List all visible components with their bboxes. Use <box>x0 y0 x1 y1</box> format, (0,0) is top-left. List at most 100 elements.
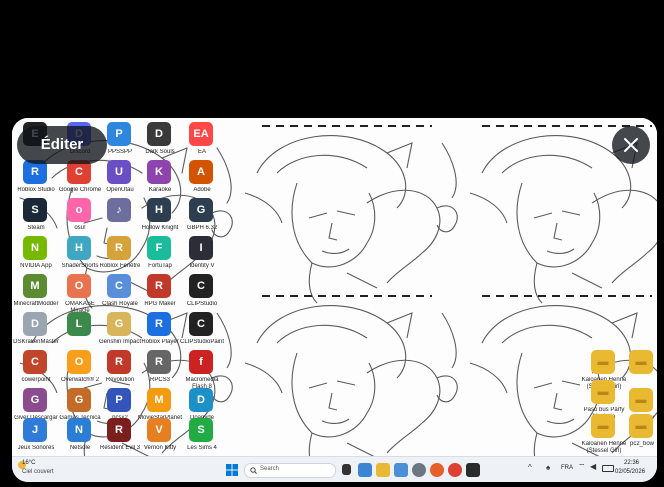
windows-start-icon[interactable] <box>226 464 238 476</box>
desktop-folder-label: Kaloanen Henne (Stessel Girl) <box>581 441 627 454</box>
network-icon[interactable]: ♠ <box>546 463 550 472</box>
rpcs3-icon: R <box>147 350 171 374</box>
firefox-icon[interactable] <box>430 463 444 477</box>
character-icon: R <box>107 236 131 260</box>
file-explorer-icon[interactable] <box>376 463 390 477</box>
character-icon: R <box>107 350 131 374</box>
desktop-icon-label: Steam <box>27 225 45 231</box>
roblox-player-icon: R <box>147 312 171 336</box>
ppsspp-icon: P <box>107 122 131 146</box>
steam-icon: S <box>23 198 47 222</box>
search-icon <box>250 467 257 474</box>
desktop-icon-label: Vernon Kitty <box>143 445 177 451</box>
battery-icon[interactable] <box>602 465 614 472</box>
folder-icon: ▬ <box>629 350 653 374</box>
desktop-icon-label: RPCS3 <box>149 377 170 383</box>
minecraft-icon: M <box>23 274 47 298</box>
folder-icon: ▬ <box>629 414 653 438</box>
chrome-taskbar-icon[interactable] <box>448 463 462 477</box>
desktop-icon-label: CLIPStudio <box>186 301 218 307</box>
character-icon: V <box>147 418 171 442</box>
desktop-icon-label: cowerpoint <box>21 377 51 383</box>
windows-taskbar: 16°C Ciel couvert Search ^ ♠ FRA ⌔ ◀ 22:… <box>12 456 657 482</box>
desktop-screenshot: ERRoblox StudioSSteamNNVIDIA AppMMinecra… <box>12 118 657 456</box>
character-icon: H <box>67 236 91 260</box>
media-container[interactable]: ERRoblox StudioSSteamNNVIDIA AppMMinecra… <box>12 118 657 482</box>
folder-icon: ▬ <box>629 388 653 412</box>
ea-icon: EA <box>189 122 213 146</box>
identity-v-icon: I <box>189 236 213 260</box>
character-icon: G <box>23 388 47 412</box>
pcsx2-icon: P <box>107 388 131 412</box>
folder-icon: ▬ <box>591 414 615 438</box>
character-icon: C <box>107 274 131 298</box>
app-taskbar-icon[interactable] <box>466 463 480 477</box>
app-icon: D <box>189 388 213 412</box>
clip-studio-icon: C <box>189 274 213 298</box>
desktop-icon-label: Jeux Sonores <box>17 445 55 451</box>
clock-date[interactable]: 02/05/2026 <box>615 469 645 475</box>
close-icon <box>624 138 638 152</box>
game-folder-icon: G <box>67 388 91 412</box>
chevron-up-icon[interactable]: ^ <box>528 463 532 472</box>
desktop-icon-label: Dark Souls <box>145 149 175 155</box>
app-icon: F <box>147 236 171 260</box>
clip-studio-paint-icon: C <box>189 312 213 336</box>
character-icon: D <box>147 122 171 146</box>
openutau-icon: U <box>107 160 131 184</box>
sims-icon: S <box>189 418 213 442</box>
desktop-icon-label: FortuTap <box>148 263 172 269</box>
tweet-caption <box>12 8 652 108</box>
desktop-icon-label: Adobe <box>193 187 211 193</box>
desktop-icon-label: Roblox Studio <box>17 187 55 193</box>
character-icon: R <box>107 418 131 442</box>
desktop-icon-label: Identity V <box>189 263 215 269</box>
character-icon: K <box>147 160 171 184</box>
folder-icon: ▬ <box>591 350 615 374</box>
wifi-icon[interactable]: ⌔ <box>578 462 586 472</box>
folder-icon: ▬ <box>591 380 615 404</box>
character-icon: O <box>67 274 91 298</box>
desktop-icon-label: osu! <box>74 225 86 231</box>
character-icon: L <box>67 312 91 336</box>
sword-icon: D <box>23 312 47 336</box>
genshin-icon: G <box>107 312 131 336</box>
search-placeholder: Search <box>260 466 280 472</box>
overwatch-icon: O <box>67 350 91 374</box>
game-folder-icon: J <box>23 418 47 442</box>
rpg-maker-icon: R <box>147 274 171 298</box>
desktop-icon-label: GBPH 6.32 <box>186 225 218 231</box>
weather-desc[interactable]: Ciel couvert <box>22 469 54 475</box>
widgets-icon[interactable] <box>358 463 372 477</box>
character-icon: A <box>189 160 213 184</box>
clock-time[interactable]: 22:36 <box>624 460 639 466</box>
desktop-icon-label: DSKrakenMaster <box>13 339 59 345</box>
hollow-knight-icon: H <box>147 198 171 222</box>
character-icon: M <box>147 388 171 412</box>
flash-icon: f <box>189 350 213 374</box>
gallery-icon[interactable] <box>394 463 408 477</box>
language-indicator[interactable]: FRA <box>561 465 573 471</box>
desktop-icon-label: Les Sims 4 <box>187 445 217 451</box>
app-icon: G <box>189 198 213 222</box>
taskbar-search-box[interactable]: Search <box>244 463 336 478</box>
app-icon: N <box>67 418 91 442</box>
desktop-icon-label: Roblox Player <box>141 339 179 345</box>
desktop-icon-label: Karaoke <box>148 187 172 193</box>
desktop-icon-label: NVIDIA App <box>20 263 52 269</box>
music-icon: ♪ <box>107 198 131 222</box>
desktop-icon-label: RPG Maker <box>144 301 176 307</box>
osu-icon: o <box>67 198 91 222</box>
volume-icon[interactable]: ◀ <box>590 462 596 471</box>
close-media-button[interactable] <box>612 126 650 164</box>
desktop-icon-label: MinecraftModder <box>13 301 59 307</box>
edit-media-button[interactable]: Éditer <box>17 126 107 164</box>
desktop-icon-label: EA <box>197 149 206 155</box>
desktop-icon-label: CLIPStudioPaint <box>179 339 225 345</box>
nvidia-icon: N <box>23 236 47 260</box>
task-view-icon[interactable] <box>342 464 351 475</box>
desktop-icon-label: Hollow Knight <box>141 225 179 231</box>
character-icon: C <box>23 350 47 374</box>
settings-gear-icon[interactable] <box>412 463 426 477</box>
weather-temp[interactable]: 16°C <box>22 460 35 466</box>
